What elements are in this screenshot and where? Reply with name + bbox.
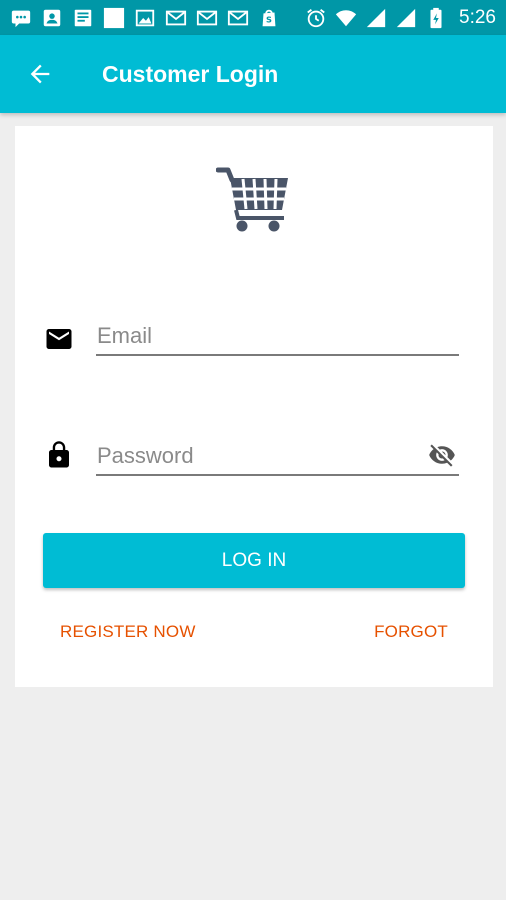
gmail-icon <box>196 7 218 29</box>
password-field[interactable] <box>96 426 459 476</box>
image-icon <box>134 7 156 29</box>
register-now-link[interactable]: REGISTER NOW <box>60 622 196 642</box>
notification-icons: S <box>10 7 280 29</box>
alarm-icon <box>305 7 327 29</box>
email-row <box>15 306 493 376</box>
app-bar: Customer Login <box>0 35 506 113</box>
news-icon <box>72 7 94 29</box>
back-button[interactable] <box>0 35 80 113</box>
login-button[interactable]: LOG IN <box>43 533 465 588</box>
system-icons: 5:26 <box>305 7 496 29</box>
page-title: Customer Login <box>102 60 279 87</box>
mail-icon <box>44 324 74 354</box>
email-input[interactable] <box>96 306 459 354</box>
status-time: 5:26 <box>459 6 496 28</box>
password-row <box>15 426 493 496</box>
lock-icon <box>44 440 74 470</box>
gmail-icon <box>165 7 187 29</box>
gmail-icon <box>227 7 249 29</box>
signal-icon <box>395 7 417 29</box>
forgot-password-link[interactable]: FORGOT <box>374 622 448 642</box>
battery-icon <box>425 7 447 29</box>
svg-text:S: S <box>266 14 272 24</box>
password-input[interactable] <box>96 426 459 474</box>
blank-square-icon <box>103 7 125 29</box>
arrow-back-icon <box>30 64 50 84</box>
chat-icon <box>10 7 32 29</box>
status-bar: S 5:26 <box>0 0 506 35</box>
login-card: LOG IN REGISTER NOW FORGOT <box>15 126 493 687</box>
shopify-icon: S <box>258 7 280 29</box>
wifi-icon <box>335 7 357 29</box>
eye-off-icon <box>429 444 455 467</box>
shopping-cart-icon <box>216 167 288 232</box>
email-field[interactable] <box>96 306 459 356</box>
password-visibility-toggle[interactable] <box>425 440 459 470</box>
contact-card-icon <box>41 7 63 29</box>
signal-icon <box>365 7 387 29</box>
